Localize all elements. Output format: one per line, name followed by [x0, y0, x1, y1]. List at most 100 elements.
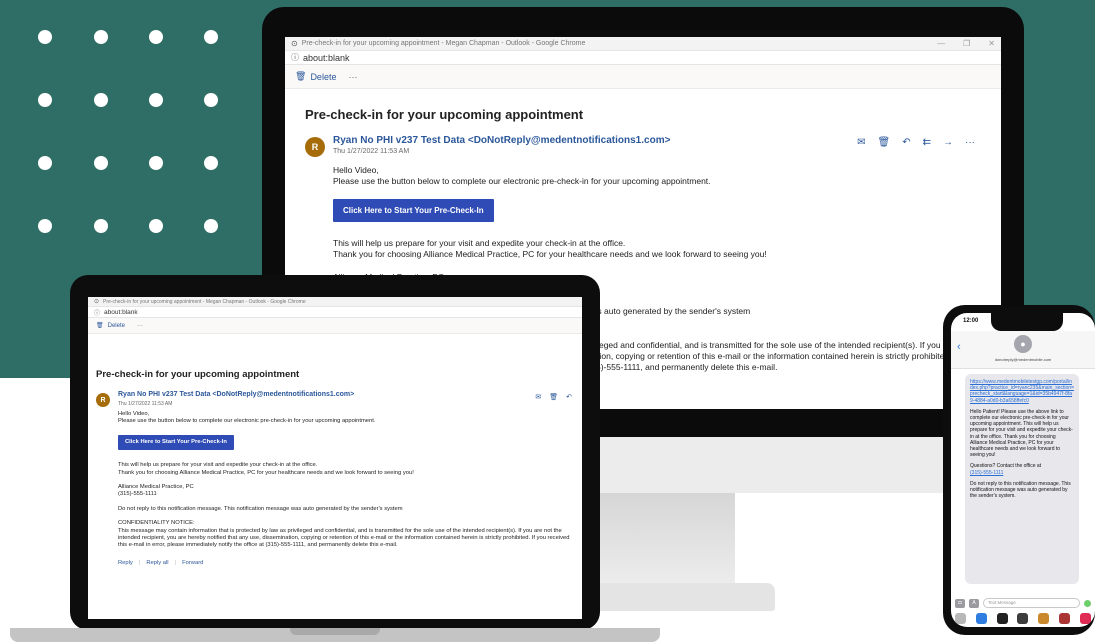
reply-icon[interactable]: ↶	[902, 137, 910, 148]
email-actions: ✉ 🗑 ↶ ⇇ → ···	[857, 137, 975, 148]
message-bubble: https://www.medentmobiletestgp.com/porta…	[965, 374, 1079, 584]
dot	[94, 156, 108, 170]
mic-icon[interactable]	[1084, 599, 1091, 607]
delete-button[interactable]: Delete	[108, 323, 125, 329]
music-app-icon[interactable]	[1059, 612, 1071, 624]
trash-icon[interactable]: 🗑	[878, 137, 891, 148]
email-date: Thu 1/27/2022 11:53 AM	[333, 148, 410, 155]
window-title: Pre-check-in for your upcoming appointme…	[301, 40, 586, 47]
back-chevron-icon[interactable]: ‹	[957, 341, 961, 353]
mail-toolbar: 🗑 Delete ···	[88, 318, 582, 334]
appstore-icon[interactable]: A	[969, 598, 979, 608]
decorative-dots	[38, 30, 228, 240]
dot	[204, 93, 218, 107]
dot	[38, 156, 52, 170]
browser-title-bar: ⊙ Pre-check-in for your upcoming appoint…	[285, 37, 1001, 51]
more-button[interactable]: ···	[137, 323, 143, 329]
trash-icon[interactable]: 🗑	[549, 393, 558, 401]
precheck-button[interactable]: Click Here to Start Your Pre-Check-In	[333, 199, 494, 222]
minimize-icon[interactable]: —	[937, 39, 945, 48]
monitor-stand	[595, 493, 735, 583]
trash-icon[interactable]: 🗑	[295, 71, 306, 82]
reply-links: Reply | Reply all | Forward	[118, 559, 204, 567]
compose-row: ◘ A Text Message	[955, 597, 1091, 609]
forward-icon[interactable]: →	[943, 137, 953, 148]
info-icon[interactable]: ⓘ	[291, 52, 299, 63]
smartphone: 12:00 ‹ ● donotreply@medentmobile.com ht…	[943, 305, 1095, 635]
sender-avatar: R	[305, 137, 325, 157]
message-header: ‹ ● donotreply@medentmobile.com	[951, 331, 1095, 369]
camera-icon[interactable]: ◘	[955, 598, 965, 608]
practice-phone: (315)-555-1111	[118, 491, 157, 498]
notice-text: This message may contain information tha…	[118, 527, 570, 549]
close-icon[interactable]: ✕	[988, 39, 995, 48]
dot	[94, 93, 108, 107]
no-reply-text: Do not reply to this notification messag…	[118, 505, 403, 512]
reply-all-link[interactable]: Reply all	[146, 560, 168, 567]
reply-all-icon[interactable]: ⇇	[923, 137, 931, 148]
sender-avatar: R	[96, 393, 110, 407]
address-bar[interactable]: ⓘ about:blank	[88, 307, 582, 318]
memoji-app-icon[interactable]	[1017, 612, 1029, 624]
globe-icon: ⊙	[94, 299, 100, 305]
globe-icon: ⊙	[291, 39, 298, 48]
window-controls: — ❐ ✕	[937, 39, 995, 48]
dot	[38, 30, 52, 44]
email-actions: ✉ 🗑 ↶	[535, 393, 572, 401]
dot	[149, 30, 163, 44]
email-date: Thu 1/27/2022 11:53 AM	[118, 401, 173, 407]
status-time: 12:00	[963, 318, 979, 324]
email-body: Hello Video, Please use the button below…	[118, 411, 578, 567]
dot	[204, 219, 218, 233]
maximize-icon[interactable]: ❐	[963, 39, 970, 48]
email-subject: Pre-check-in for your upcoming appointme…	[96, 369, 300, 380]
more-icon[interactable]: ···	[965, 137, 975, 148]
address-bar[interactable]: ⓘ about:blank	[285, 51, 1001, 65]
intro-text: Please use the button below to complete …	[333, 176, 711, 186]
forward-link[interactable]: Forward	[182, 560, 203, 567]
mail-toolbar: 🗑 Delete ···	[285, 65, 1001, 89]
precheck-button[interactable]: Click Here to Start Your Pre-Check-In	[118, 434, 234, 451]
photos-app-icon[interactable]	[955, 612, 966, 624]
email-subject: Pre-check-in for your upcoming appointme…	[305, 107, 584, 122]
delete-button[interactable]: Delete	[310, 72, 336, 82]
browser-title-bar: ⊙ Pre-check-in for your upcoming appoint…	[88, 297, 582, 307]
intro-text: Please use the button below to complete …	[118, 418, 376, 425]
sender-name[interactable]: Ryan No PHI v237 Test Data <DoNotReply@m…	[118, 391, 354, 398]
dot	[204, 30, 218, 44]
envelope-icon[interactable]: ✉	[535, 393, 541, 401]
reply-icon[interactable]: ↶	[566, 393, 572, 401]
laptop-screen: ⊙ Pre-check-in for your upcoming appoint…	[88, 297, 582, 619]
greeting: Hello Video,	[333, 165, 379, 175]
window-title: Pre-check-in for your upcoming appointme…	[103, 298, 306, 305]
no-reply-text: Do not reply to this notification messag…	[970, 480, 1071, 500]
sender-name[interactable]: Ryan No PHI v237 Test Data <DoNotReply@m…	[333, 135, 670, 146]
contact-name[interactable]: donotreply@medentmobile.com	[951, 357, 1095, 362]
dot	[38, 219, 52, 233]
sticker-app-icon[interactable]	[1038, 612, 1050, 624]
thanks-text: Thank you for choosing Alliance Medical …	[333, 249, 767, 259]
trash-icon[interactable]: 🗑	[96, 322, 104, 329]
more-button[interactable]: ···	[348, 72, 357, 82]
message-text: Hello Patient! Please use the above link…	[970, 408, 1073, 459]
appstore-app-icon[interactable]	[975, 612, 987, 624]
laptop-notch	[290, 628, 380, 635]
dot	[149, 156, 163, 170]
applepay-app-icon[interactable]	[996, 612, 1008, 624]
info-icon[interactable]: ⓘ	[94, 308, 100, 317]
search-app-icon[interactable]	[1079, 612, 1091, 624]
notice-title: CONFIDENTIALITY NOTICE:	[118, 520, 195, 527]
help-text: This will help us prepare for your visit…	[333, 238, 626, 248]
dot	[94, 219, 108, 233]
dot	[38, 93, 52, 107]
greeting: Hello Video,	[118, 411, 150, 417]
message-input[interactable]: Text Message	[983, 598, 1080, 608]
address-text: about:blank	[104, 308, 138, 316]
dot	[94, 30, 108, 44]
contact-avatar-icon[interactable]: ●	[1014, 335, 1032, 353]
thanks-text: Thank you for choosing Alliance Medical …	[118, 469, 414, 476]
help-text: This will help us prepare for your visit…	[118, 462, 318, 469]
reply-link[interactable]: Reply	[118, 560, 133, 567]
envelope-icon[interactable]: ✉	[857, 137, 865, 148]
precheck-link[interactable]: https://www.medentmobiletestgp.com/porta…	[970, 379, 1074, 404]
